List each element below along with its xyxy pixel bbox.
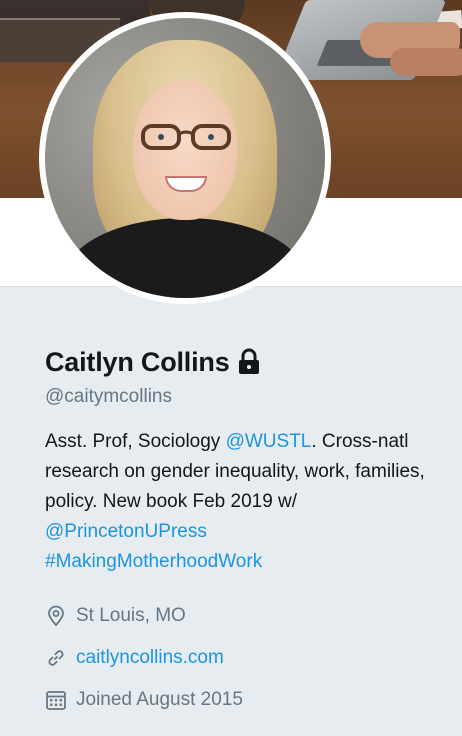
profile-name[interactable]: Caitlyn Collins — [45, 347, 230, 378]
mention-wustl[interactable]: @WUSTL — [226, 431, 312, 452]
avatar[interactable] — [39, 12, 331, 304]
profile-bio: Asst. Prof, Sociology @WUSTL. Cross-natl… — [45, 427, 445, 577]
avatar-photo — [45, 18, 325, 298]
website-link[interactable]: caitlyncollins.com — [76, 647, 224, 669]
avatar-glasses — [141, 124, 231, 150]
profile-handle: @caitymcollins — [45, 386, 172, 407]
link-icon — [48, 650, 64, 666]
bio-text: Asst. Prof, Sociology — [45, 431, 226, 452]
joined-text: Joined August 2015 — [76, 689, 243, 710]
location-pin-icon — [48, 605, 64, 627]
lock-icon — [238, 348, 259, 374]
location-text: St Louis, MO — [76, 605, 186, 626]
mention-princetonupress[interactable]: @PrincetonUPress — [45, 521, 207, 542]
profile-meta: St Louis, MO caitlyncollins.com Joined A… — [45, 595, 445, 721]
avatar-sweater — [65, 218, 305, 298]
calendar-icon — [46, 691, 66, 710]
name-row: Caitlyn Collins — [45, 342, 445, 382]
website-row: caitlyncollins.com — [45, 637, 445, 679]
joined-row: Joined August 2015 — [45, 679, 445, 721]
banner-hand-2 — [390, 48, 462, 76]
location-row: St Louis, MO — [45, 595, 445, 637]
hashtag-makingmotherhoodwork[interactable]: #MakingMotherhoodWork — [45, 551, 262, 572]
profile-info: Caitlyn Collins @caitymcollins Asst. Pro… — [45, 342, 445, 721]
